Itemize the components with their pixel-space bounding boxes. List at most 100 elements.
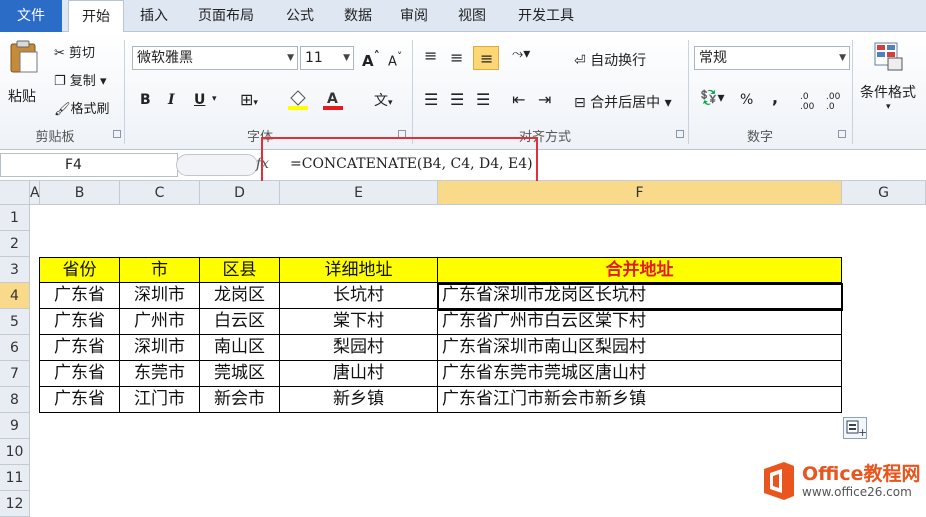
paste-button[interactable]: 粘贴 [6, 40, 42, 120]
table-cell[interactable]: 深圳市 [120, 283, 200, 309]
column-header-g[interactable]: G [842, 181, 926, 205]
wrap-text-button[interactable]: ⏎ 自动换行 [574, 50, 646, 70]
column-header-d[interactable]: D [200, 181, 280, 205]
column-header-a[interactable]: A [30, 181, 40, 205]
tab-formulas[interactable]: 公式 [278, 0, 322, 32]
row-header[interactable]: 4 [0, 283, 30, 309]
table-cell[interactable]: 广东省广州市白云区棠下村 [438, 309, 842, 335]
table-cell[interactable]: 南山区 [200, 335, 280, 361]
alignment-launcher-icon[interactable] [676, 130, 684, 138]
tab-view[interactable]: 视图 [450, 0, 494, 32]
table-cell[interactable]: 唐山村 [280, 361, 438, 387]
column-header-c[interactable]: C [120, 181, 200, 205]
table-cell[interactable]: 长坑村 [280, 283, 438, 309]
border-button[interactable]: ⊞▾ [240, 90, 258, 109]
underline-button[interactable]: U [194, 92, 205, 108]
column-header-b[interactable]: B [40, 181, 120, 205]
row-header[interactable]: 11 [0, 465, 30, 491]
group-divider [688, 40, 689, 144]
grow-font-button[interactable]: A˄ [362, 48, 380, 70]
comma-button[interactable]: , [772, 88, 778, 107]
row-header[interactable]: 8 [0, 387, 30, 413]
table-cell[interactable]: 广东省 [39, 361, 120, 387]
align-left-button[interactable]: ☰ [424, 90, 438, 109]
table-cell[interactable]: 广东省 [39, 309, 120, 335]
tab-home[interactable]: 开始 [68, 0, 124, 33]
currency-button[interactable]: 💱▾ [700, 90, 724, 106]
row-header[interactable]: 7 [0, 361, 30, 387]
table-cell[interactable]: 白云区 [200, 309, 280, 335]
paste-options-button[interactable]: + [843, 417, 867, 439]
table-cell[interactable]: 梨园村 [280, 335, 438, 361]
font-color-button[interactable]: A [322, 88, 350, 112]
cut-button[interactable]: ✂ 剪切 [54, 42, 95, 61]
column-header-e[interactable]: E [280, 181, 438, 205]
underline-dropdown[interactable]: ▾ [212, 94, 217, 104]
tab-insert[interactable]: 插入 [132, 0, 176, 32]
increase-indent-button[interactable]: ⇥ [538, 90, 551, 109]
row-header[interactable]: 12 [0, 491, 30, 517]
decrease-indent-button[interactable]: ⇤ [512, 90, 525, 109]
table-cell[interactable]: 广东省江门市新会市新乡镇 [438, 387, 842, 413]
tab-review[interactable]: 审阅 [392, 0, 436, 32]
shrink-font-button[interactable]: A˅ [388, 50, 402, 69]
copy-button[interactable]: ❐ 复制 ▾ [54, 70, 106, 89]
number-launcher-icon[interactable] [838, 130, 846, 138]
table-cell[interactable]: 莞城区 [200, 361, 280, 387]
row-header[interactable]: 2 [0, 231, 30, 257]
row-header[interactable]: 1 [0, 205, 30, 231]
merge-center-button[interactable]: ⊟ 合并后居中 ▾ [574, 92, 672, 112]
tab-page-layout[interactable]: 页面布局 [188, 0, 264, 32]
table-cell[interactable]: 广州市 [120, 309, 200, 335]
table-cell[interactable]: 龙岗区 [200, 283, 280, 309]
orientation-button[interactable]: ⤳▾ [512, 46, 530, 62]
table-cell[interactable]: 新会市 [200, 387, 280, 413]
row-header[interactable]: 3 [0, 257, 30, 283]
formula-bar-splitter[interactable] [176, 154, 258, 176]
table-header-cell[interactable]: 详细地址 [280, 257, 438, 283]
increase-decimal-button[interactable]: .0 .00 [800, 92, 822, 112]
align-bottom-button[interactable]: ≡ [473, 46, 499, 70]
select-all-corner[interactable] [0, 181, 30, 205]
align-right-button[interactable]: ☰ [476, 90, 490, 109]
table-cell[interactable]: 广东省深圳市南山区梨园村 [438, 335, 842, 361]
decrease-decimal-button[interactable]: .00 .0 [826, 92, 848, 112]
table-cell[interactable]: 深圳市 [120, 335, 200, 361]
percent-button[interactable]: % [740, 92, 753, 108]
table-header-cell[interactable]: 合并地址 [438, 257, 842, 283]
align-middle-button[interactable]: ≡ [450, 48, 463, 67]
tab-developer[interactable]: 开发工具 [508, 0, 584, 32]
table-header-cell[interactable]: 省份 [39, 257, 120, 283]
table-cell[interactable]: 东莞市 [120, 361, 200, 387]
format-painter-button[interactable]: 🖌格式刷 [54, 98, 110, 117]
table-cell[interactable]: 新乡镇 [280, 387, 438, 413]
row-header[interactable]: 10 [0, 439, 30, 465]
table-cell[interactable]: 棠下村 [280, 309, 438, 335]
tab-data[interactable]: 数据 [336, 0, 380, 32]
table-header-cell[interactable]: 区县 [200, 257, 280, 283]
table-header-cell[interactable]: 市 [120, 257, 200, 283]
table-cell[interactable]: 江门市 [120, 387, 200, 413]
table-cell[interactable]: 广东省 [39, 283, 120, 309]
align-center-button[interactable]: ☰ [450, 90, 464, 109]
table-cell[interactable]: 广东省 [39, 387, 120, 413]
chevron-down-icon: ▼ [287, 53, 294, 63]
row-header[interactable]: 9 [0, 413, 30, 439]
align-top-button[interactable]: ≡ [424, 46, 437, 65]
clipboard-launcher-icon[interactable] [113, 130, 121, 138]
phonetic-button[interactable]: 文▾ [374, 90, 393, 110]
italic-button[interactable]: I [168, 92, 175, 108]
tab-file[interactable]: 文件 [0, 0, 62, 32]
font-name-select[interactable]: 微软雅黑 ▼ [132, 46, 298, 70]
row-header[interactable]: 6 [0, 335, 30, 361]
bold-button[interactable]: B [140, 92, 151, 108]
conditional-format-button[interactable]: 条件格式 ▾ [858, 40, 924, 124]
number-format-select[interactable]: 常规 ▼ [694, 46, 850, 70]
table-cell[interactable]: 广东省东莞市莞城区唐山村 [438, 361, 842, 387]
name-box[interactable]: F4 [0, 153, 178, 177]
table-cell[interactable]: 广东省 [39, 335, 120, 361]
column-header-f[interactable]: F [438, 181, 842, 205]
fill-color-button[interactable] [287, 88, 319, 112]
font-size-select[interactable]: 11 ▼ [300, 46, 354, 70]
row-header[interactable]: 5 [0, 309, 30, 335]
